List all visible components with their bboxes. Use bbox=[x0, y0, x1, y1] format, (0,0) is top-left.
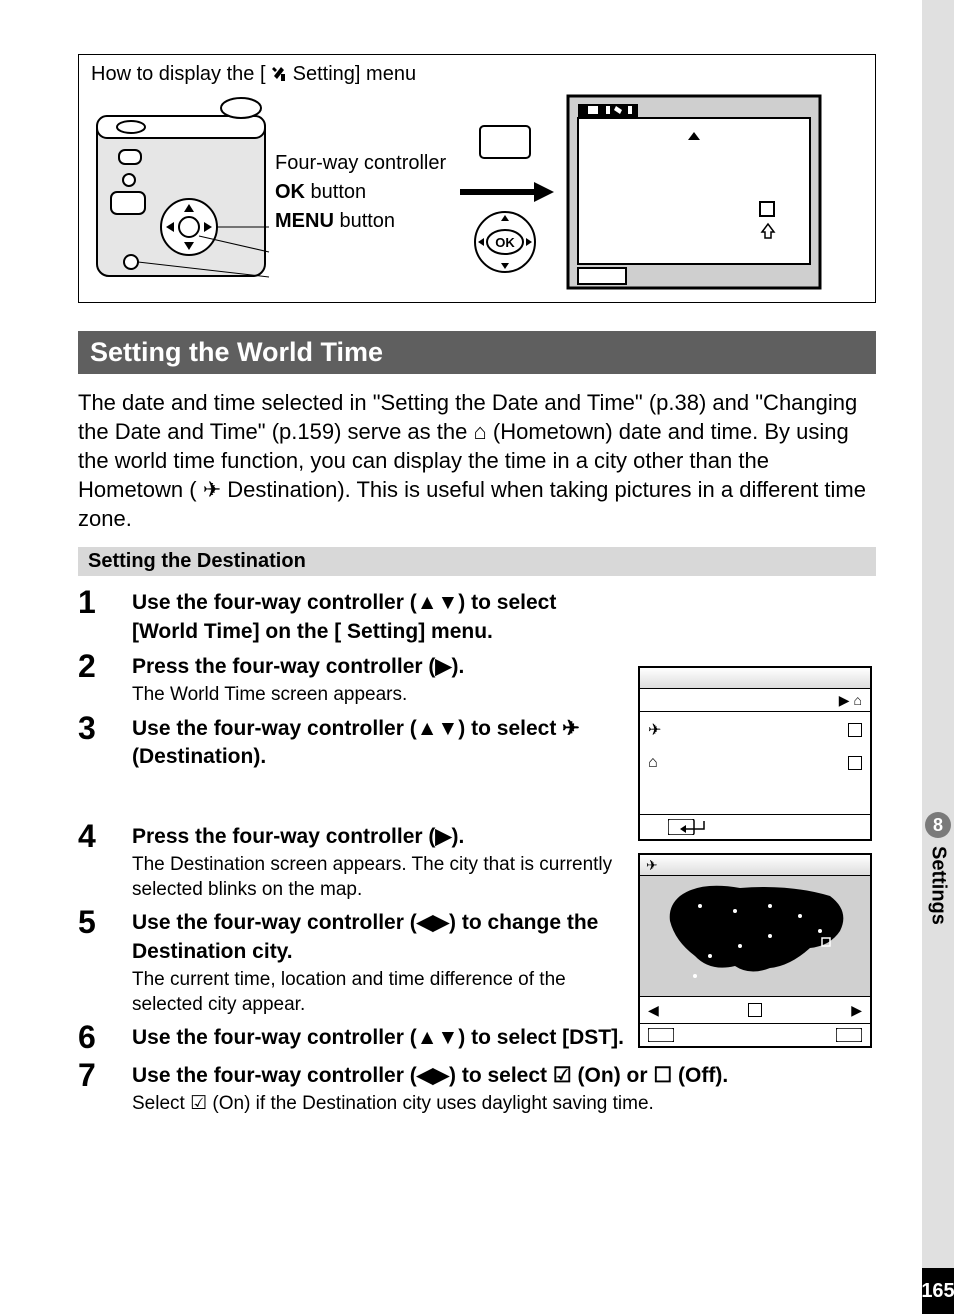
howto-box: How to display the [ Setting] menu bbox=[78, 54, 876, 303]
step-desc: The Destination screen appears. The city… bbox=[132, 853, 622, 902]
step-figures: ▶⌂ ✈ ⌂ ✈ bbox=[638, 666, 876, 1048]
step-desc: Select ☑ (On) if the Destination city us… bbox=[132, 1092, 876, 1117]
step-title: Press the four-way controller (▶). bbox=[132, 823, 622, 851]
step-3: 3 Use the four-way controller (▲▼) to se… bbox=[78, 712, 626, 772]
world-time-screen: ▶⌂ ✈ ⌂ bbox=[638, 666, 872, 841]
chapter-label: Settings bbox=[927, 846, 950, 925]
step-4: 4 Press the four-way controller (▶). The… bbox=[78, 820, 626, 903]
footer-box-left bbox=[648, 1028, 674, 1042]
label-menu: MENU button bbox=[275, 207, 446, 236]
howto-title: How to display the [ Setting] menu bbox=[91, 63, 863, 86]
thumb-index-tab: 8 Settings bbox=[922, 810, 954, 1020]
steps-list: ▶⌂ ✈ ⌂ ✈ bbox=[78, 586, 876, 1121]
step-number: 1 bbox=[78, 586, 132, 620]
label-ok: OK button bbox=[275, 178, 446, 207]
step-6: 6 Use the four-way controller (▲▼) to se… bbox=[78, 1021, 626, 1055]
step-desc: The current time, location and time diff… bbox=[132, 968, 622, 1017]
step-title: Press the four-way controller (▶). bbox=[132, 653, 622, 681]
step-7: 7 Use the four-way controller (◀▶) to se… bbox=[78, 1059, 876, 1117]
step-number: 4 bbox=[78, 820, 132, 854]
navigation-diagram: OK bbox=[450, 102, 560, 282]
step-number: 2 bbox=[78, 650, 132, 684]
footer-box-right bbox=[836, 1028, 862, 1042]
step-desc: The World Time screen appears. bbox=[132, 683, 622, 708]
intro-paragraph: The date and time selected in "Setting t… bbox=[78, 388, 876, 533]
howto-labels: Four-way controller OK button MENU butto… bbox=[275, 149, 446, 236]
svg-text:OK: OK bbox=[495, 235, 515, 250]
step-title: Use the four-way controller (▲▼) to sele… bbox=[132, 1024, 626, 1052]
manual-page: 165 8 Settings How to display the [ Sett… bbox=[0, 0, 954, 1314]
label-fourway: Four-way controller bbox=[275, 149, 446, 178]
chapter-number-badge: 8 bbox=[925, 812, 951, 838]
step-number: 3 bbox=[78, 712, 132, 746]
step-5: 5 Use the four-way controller (◀▶) to ch… bbox=[78, 906, 626, 1017]
world-map bbox=[640, 876, 870, 996]
page-content: How to display the [ Setting] menu bbox=[78, 54, 876, 1121]
howto-title-prefix: How to display the [ bbox=[91, 63, 266, 85]
sub-heading: Setting the Destination bbox=[78, 547, 876, 576]
destination-map-screen: ✈ bbox=[638, 853, 872, 1048]
howto-illustration-row: Four-way controller OK button MENU butto… bbox=[91, 92, 863, 292]
camera-back-illustration bbox=[91, 92, 271, 292]
page-number: 165 bbox=[922, 1268, 954, 1314]
section-heading: Setting the World Time bbox=[78, 331, 876, 374]
step-title: Use the four-way controller (▲▼) to sele… bbox=[132, 589, 626, 646]
step-1: 1 Use the four-way controller (▲▼) to se… bbox=[78, 586, 626, 646]
thumb-index-gutter: 165 bbox=[922, 0, 954, 1314]
step-number: 5 bbox=[78, 906, 132, 940]
step-number: 6 bbox=[78, 1021, 132, 1055]
step-2: 2 Press the four-way controller (▶). The… bbox=[78, 650, 626, 708]
step-number: 7 bbox=[78, 1059, 132, 1093]
wrench-icon bbox=[271, 66, 287, 82]
step-title: Use the four-way controller (◀▶) to sele… bbox=[132, 1062, 876, 1090]
howto-title-suffix: Setting] menu bbox=[293, 63, 416, 85]
step-title: Use the four-way controller (▲▼) to sele… bbox=[132, 715, 622, 772]
step-title: Use the four-way controller (◀▶) to chan… bbox=[132, 909, 622, 966]
lcd-preview bbox=[564, 92, 824, 292]
return-icon bbox=[668, 819, 708, 835]
